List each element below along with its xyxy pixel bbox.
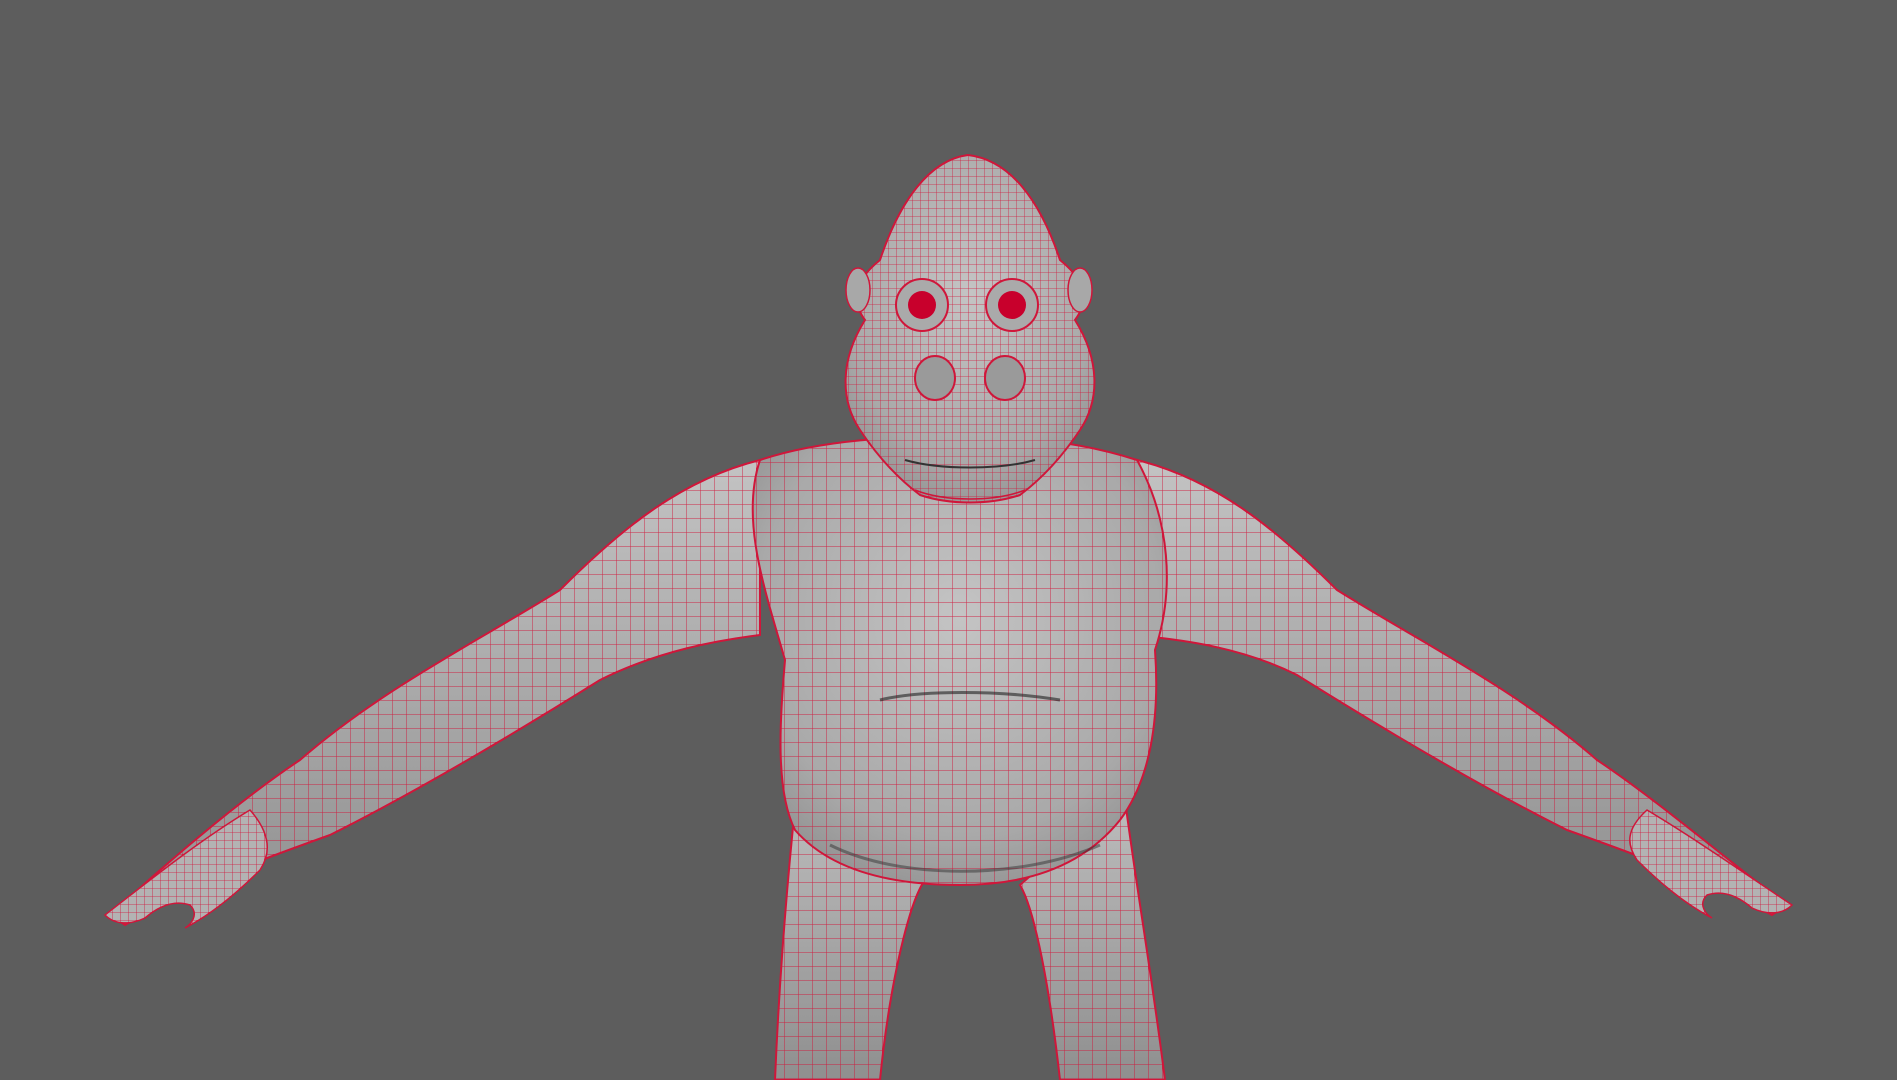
- right-hand-wire: [1629, 810, 1792, 918]
- right-ear: [1067, 267, 1093, 313]
- left-ear: [845, 267, 871, 313]
- left-eye: [908, 291, 936, 319]
- head-wire: [845, 155, 1095, 503]
- 3d-viewport[interactable]: [0, 0, 1897, 1080]
- right-arm[interactable]: [1136, 458, 1794, 919]
- gorilla-model[interactable]: [0, 0, 1897, 1080]
- torso-wire: [752, 437, 1167, 885]
- head[interactable]: [844, 153, 1096, 504]
- right-eye: [998, 291, 1026, 319]
- left-hand-wire: [105, 810, 268, 928]
- right-nostril: [984, 355, 1026, 401]
- torso[interactable]: [751, 436, 1168, 887]
- left-nostril: [914, 355, 956, 401]
- left-arm[interactable]: [103, 458, 761, 929]
